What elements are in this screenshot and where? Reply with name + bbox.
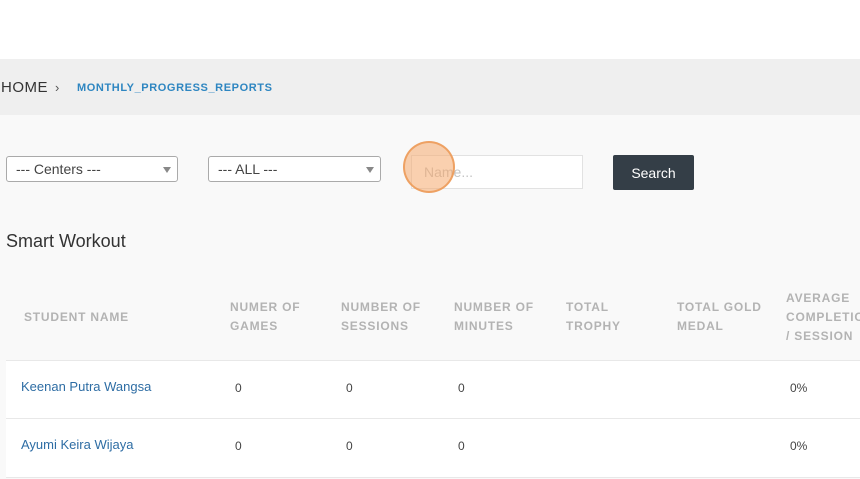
name-search-input[interactable]: [411, 155, 583, 189]
header-student-name: STUDENT NAME: [24, 310, 129, 324]
student-name-link[interactable]: Keenan Putra Wangsa: [21, 379, 151, 394]
caret-down-icon: [163, 167, 171, 173]
header-average-completion: AVERAGE COMPLETIO / SESSION: [786, 291, 860, 343]
centers-select-value: --- Centers ---: [16, 161, 101, 177]
games-cell: 0: [235, 381, 242, 395]
header-games: NUMER OF GAMES: [230, 300, 301, 333]
category-select-value: --- ALL ---: [218, 161, 278, 177]
header-minutes: NUMBER OF MINUTES: [454, 300, 534, 333]
category-select[interactable]: --- ALL ---: [208, 156, 381, 182]
breadcrumb-home-link[interactable]: HOME: [1, 79, 48, 96]
header-sessions: NUMBER OF SESSIONS: [341, 300, 421, 333]
top-navbar: [0, 0, 860, 59]
sessions-cell: 0: [346, 381, 353, 395]
caret-down-icon: [366, 167, 374, 173]
games-cell: 0: [235, 439, 242, 453]
sessions-cell: 0: [346, 439, 353, 453]
search-button[interactable]: Search: [613, 155, 694, 190]
table-row: Keenan Putra Wangsa 0 0 0 0%: [6, 360, 860, 419]
header-gold-medal: TOTAL GOLD MEDAL: [677, 300, 762, 333]
minutes-cell: 0: [458, 381, 465, 395]
header-trophy: TOTAL TROPHY: [566, 300, 621, 333]
breadcrumb-current-page: MONTHLY_PROGRESS_REPORTS: [77, 82, 273, 94]
minutes-cell: 0: [458, 439, 465, 453]
average-completion-cell: 0%: [790, 381, 808, 395]
student-name-link[interactable]: Ayumi Keira Wijaya: [21, 437, 133, 452]
average-completion-cell: 0%: [790, 439, 808, 453]
chevron-right-icon: ›: [55, 80, 60, 95]
table-row: Ayumi Keira Wijaya 0 0 0 0%: [6, 418, 860, 478]
section-title: Smart Workout: [6, 231, 126, 251]
centers-select[interactable]: --- Centers ---: [6, 156, 178, 182]
